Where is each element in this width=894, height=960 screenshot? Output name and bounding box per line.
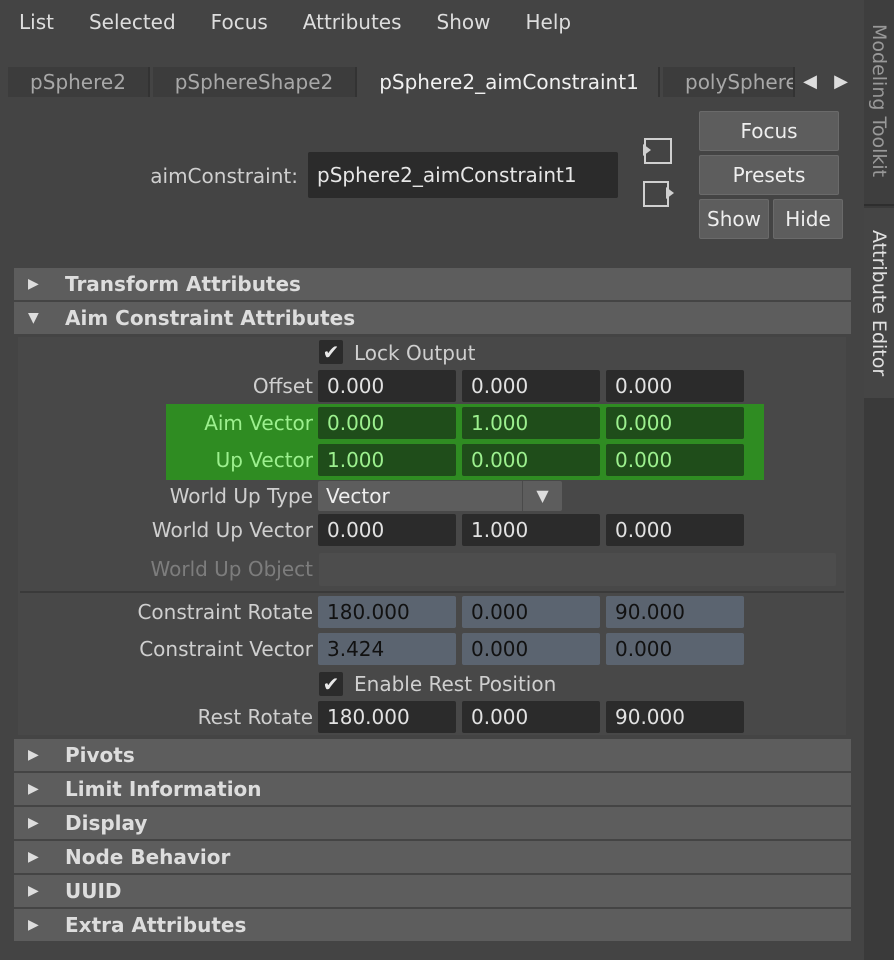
up-vector-y-field[interactable]: 0.000 <box>462 444 600 476</box>
offset-y-field[interactable]: 0.000 <box>462 370 600 402</box>
constraint-vector-z-field[interactable]: 0.000 <box>606 633 744 665</box>
tab-attribute-editor[interactable]: Attribute Editor <box>864 208 894 398</box>
section-transform-attributes[interactable]: ▶ Transform Attributes <box>14 268 851 300</box>
section-extra-attributes[interactable]: ▶ Extra Attributes <box>14 909 851 941</box>
world-up-vector-y-field[interactable]: 1.000 <box>462 514 600 546</box>
world-up-vector-z-field[interactable]: 0.000 <box>606 514 744 546</box>
section-title: Limit Information <box>65 777 262 801</box>
section-title: Extra Attributes <box>65 913 247 937</box>
rest-rotate-label: Rest Rotate <box>197 705 313 729</box>
hide-button[interactable]: Hide <box>773 199 843 239</box>
section-title: UUID <box>65 879 122 903</box>
lock-output-label: Lock Output <box>354 341 476 365</box>
focus-button[interactable]: Focus <box>699 111 839 151</box>
constraint-rotate-label: Constraint Rotate <box>137 600 313 624</box>
tab-modeling-toolkit-label: Modeling Toolkit <box>868 24 890 178</box>
show-button[interactable]: Show <box>699 199 769 239</box>
menu-attributes[interactable]: Attributes <box>284 10 402 34</box>
offset-z-field[interactable]: 0.000 <box>606 370 744 402</box>
side-tab-strip: Modeling Toolkit Attribute Editor <box>864 0 894 960</box>
rest-rotate-y-field[interactable]: 0.000 <box>462 701 600 733</box>
tab-psphereshape2[interactable]: pSphereShape2 <box>153 67 357 97</box>
constraint-rotate-x-field[interactable]: 180.000 <box>318 596 456 628</box>
enable-rest-position-label: Enable Rest Position <box>354 672 557 696</box>
chevron-down-icon: ▼ <box>522 481 562 511</box>
menu-list[interactable]: List <box>0 10 54 34</box>
collapsed-arrow-icon: ▶ <box>28 917 39 933</box>
copy-tab-icon[interactable] <box>640 178 676 210</box>
constraint-vector-y-field[interactable]: 0.000 <box>462 633 600 665</box>
rest-rotate-x-field[interactable]: 180.000 <box>318 701 456 733</box>
section-display[interactable]: ▶ Display <box>14 807 851 839</box>
aim-vector-x-field[interactable]: 0.000 <box>318 407 456 439</box>
rest-rotate-z-field[interactable]: 90.000 <box>606 701 744 733</box>
tab-aimconstraint[interactable]: pSphere2_aimConstraint1 <box>360 67 660 97</box>
section-title: Aim Constraint Attributes <box>65 306 356 330</box>
offset-label: Offset <box>252 374 313 398</box>
menu-show[interactable]: Show <box>418 10 491 34</box>
collapsed-arrow-icon: ▶ <box>28 849 39 865</box>
aim-vector-label: Aim Vector <box>204 411 313 435</box>
collapsed-arrow-icon: ▶ <box>28 781 39 797</box>
section-title: Display <box>65 811 148 835</box>
world-up-object-label: World Up Object <box>150 557 314 581</box>
menu-help[interactable]: Help <box>507 10 572 34</box>
section-aim-constraint-attributes[interactable]: ▼ Aim Constraint Attributes <box>14 302 851 334</box>
node-name-field[interactable]: pSphere2_aimConstraint1 <box>308 152 618 198</box>
section-title: Pivots <box>65 743 135 767</box>
aim-vector-z-field[interactable]: 0.000 <box>606 407 744 439</box>
constraint-rotate-z-field[interactable]: 90.000 <box>606 596 744 628</box>
presets-button[interactable]: Presets <box>699 155 839 195</box>
tab-psphere2[interactable]: pSphere2 <box>8 67 150 97</box>
lock-output-checkbox[interactable]: ✔ <box>319 340 343 364</box>
world-up-object-field[interactable] <box>319 553 836 586</box>
aim-vector-y-field[interactable]: 1.000 <box>462 407 600 439</box>
up-vector-z-field[interactable]: 0.000 <box>606 444 744 476</box>
collapsed-arrow-icon: ▶ <box>28 883 39 899</box>
section-uuid[interactable]: ▶ UUID <box>14 875 851 907</box>
tab-scroll-right-icon[interactable]: ▶ <box>828 67 854 97</box>
section-title: Node Behavior <box>65 845 231 869</box>
node-type-label: aimConstraint: <box>150 164 298 188</box>
offset-x-field[interactable]: 0.000 <box>318 370 456 402</box>
tab-attribute-editor-label: Attribute Editor <box>868 230 890 377</box>
tab-scroll-left-icon[interactable]: ◀ <box>797 67 823 97</box>
separator <box>20 591 844 593</box>
collapsed-arrow-icon: ▶ <box>28 815 39 831</box>
expanded-arrow-icon: ▼ <box>28 310 39 326</box>
section-title: Transform Attributes <box>65 272 301 296</box>
constraint-vector-x-field[interactable]: 3.424 <box>318 633 456 665</box>
menu-bar: List Selected Focus Attributes Show Help <box>0 0 864 44</box>
menu-selected[interactable]: Selected <box>70 10 176 34</box>
tab-polysphere[interactable]: polySphere <box>663 67 795 97</box>
tab-modeling-toolkit[interactable]: Modeling Toolkit <box>864 0 894 206</box>
constraint-rotate-y-field[interactable]: 0.000 <box>462 596 600 628</box>
collapsed-arrow-icon: ▶ <box>28 747 39 763</box>
world-up-type-value: Vector <box>326 484 390 508</box>
world-up-vector-label: World Up Vector <box>151 518 313 542</box>
world-up-type-label: World Up Type <box>169 484 313 508</box>
up-vector-label: Up Vector <box>215 448 313 472</box>
constraint-vector-label: Constraint Vector <box>139 637 313 661</box>
node-tab-bar: pSphere2 pSphereShape2 pSphere2_aimConst… <box>8 67 858 97</box>
world-up-vector-x-field[interactable]: 0.000 <box>318 514 456 546</box>
collapsed-arrow-icon: ▶ <box>28 276 39 292</box>
load-node-icon[interactable] <box>640 135 676 167</box>
section-pivots[interactable]: ▶ Pivots <box>14 739 851 771</box>
world-up-type-dropdown[interactable]: Vector ▼ <box>318 481 562 511</box>
up-vector-x-field[interactable]: 1.000 <box>318 444 456 476</box>
section-limit-information[interactable]: ▶ Limit Information <box>14 773 851 805</box>
menu-focus[interactable]: Focus <box>192 10 268 34</box>
section-node-behavior[interactable]: ▶ Node Behavior <box>14 841 851 873</box>
enable-rest-position-checkbox[interactable]: ✔ <box>319 672 343 696</box>
